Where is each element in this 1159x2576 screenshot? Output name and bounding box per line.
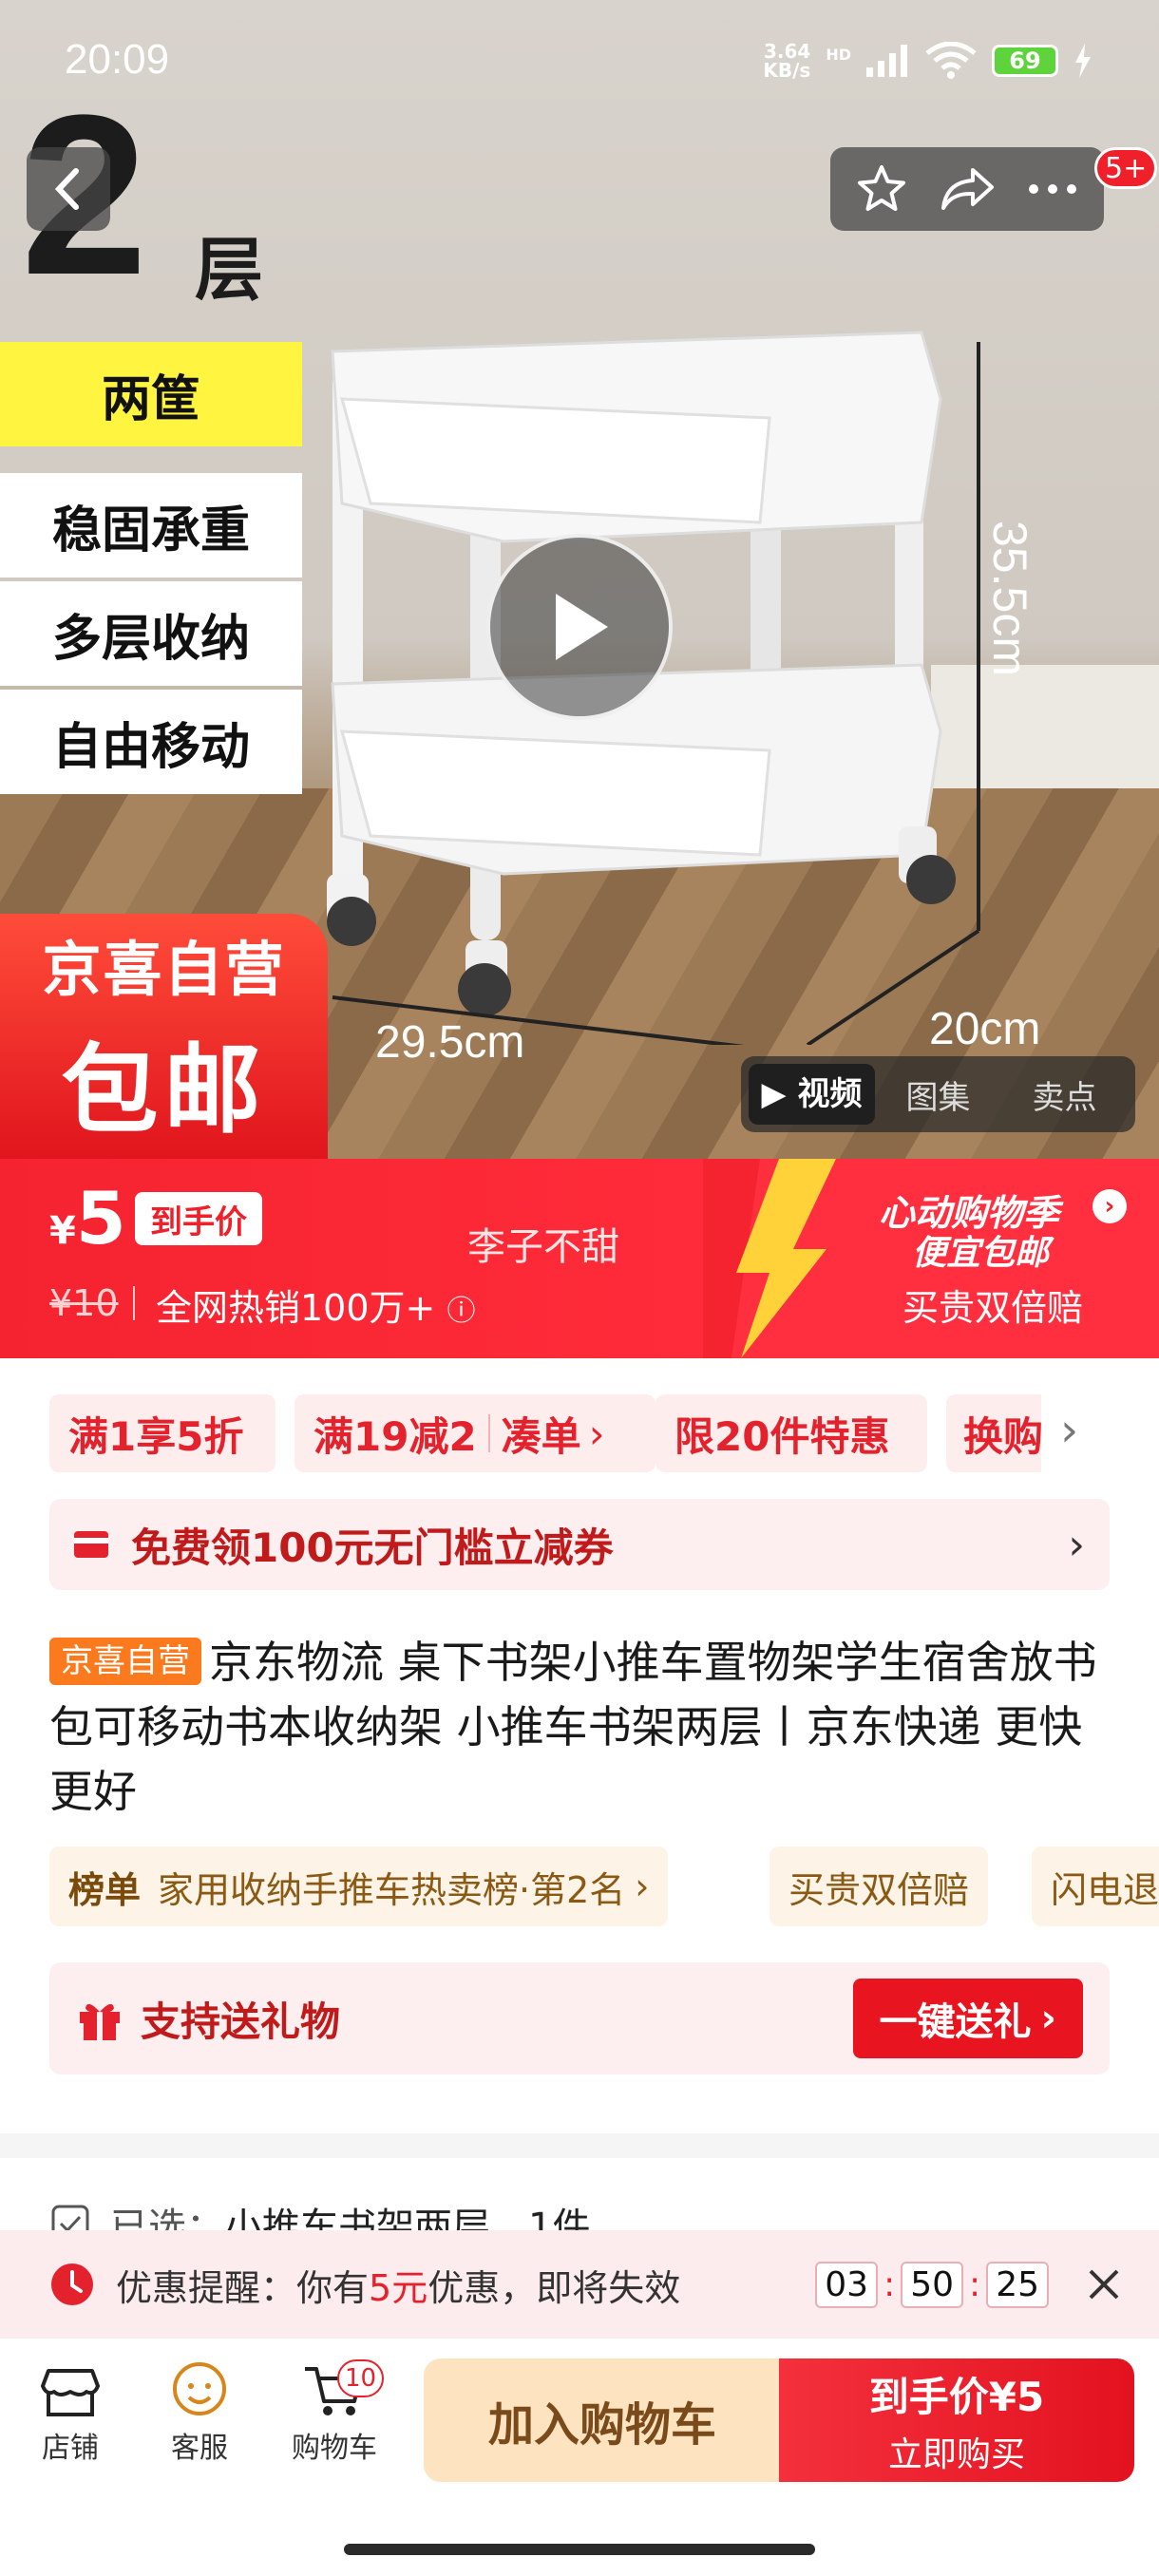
- dimension-depth: 20cm: [929, 1004, 1041, 1054]
- add-to-cart-button[interactable]: 加入购物车: [424, 2358, 781, 2482]
- top-action-group: [830, 147, 1104, 231]
- message-count-badge: 5+: [1094, 147, 1158, 189]
- status-icons: 3.64 KB/s HD 69: [763, 42, 1092, 80]
- chevron-right-icon: ›: [1068, 1520, 1085, 1569]
- signal-icon: [866, 45, 907, 77]
- tab-gallery[interactable]: 图集: [875, 1071, 1001, 1118]
- status-time: 20:09: [65, 36, 170, 83]
- product-title: 京喜自营 京东物流 桌下书架小推车置物架学生宿舍放书包可移动书本收纳架 小推车书架…: [49, 1630, 1123, 1824]
- gift-text: 支持送礼物: [141, 1998, 341, 2045]
- discount-reminder-bar: 优惠提醒：你有5元优惠，即将失效 03:50:25: [0, 2230, 1159, 2339]
- close-icon[interactable]: [1087, 2267, 1121, 2301]
- play-video-button[interactable]: [486, 534, 673, 720]
- back-button[interactable]: [27, 147, 110, 231]
- chevron-left-icon: [54, 168, 79, 210]
- tab-selling-points[interactable]: 卖点: [1001, 1071, 1128, 1118]
- media-tabs: ▶ 视频 图集 卖点: [741, 1056, 1135, 1132]
- coupon-card-icon: [74, 1531, 108, 1558]
- feature-tag-multilayer: 多层收纳: [0, 581, 302, 686]
- feature-tag-stable: 稳固承重: [0, 473, 302, 578]
- price-banner: ¥5 到手价 ¥10 全网热销100万+ ⓘ 李子不甜 心动购物季 › 便宜包邮…: [0, 1159, 1159, 1358]
- status-bar: 20:09 3.64 KB/s HD 69: [0, 0, 1159, 123]
- buy-price-label: 到手价¥5: [868, 2373, 1045, 2420]
- layer-count-suffix: 层: [195, 230, 264, 310]
- ranking-badge[interactable]: 榜单 家用收纳手推车热卖榜·第2名 ›: [49, 1847, 669, 1926]
- promo-free-shipping: 便宜包邮: [912, 1234, 1050, 1273]
- more-icon[interactable]: [1026, 180, 1079, 199]
- logo-line2: 包邮: [61, 1033, 267, 1147]
- price-value: ¥5: [49, 1176, 126, 1260]
- info-icon: ⓘ: [446, 1295, 476, 1328]
- tab-video[interactable]: ▶ 视频: [749, 1064, 875, 1125]
- seller-name: 李子不甜: [467, 1225, 619, 1269]
- price-divider: [133, 1286, 135, 1320]
- dimension-height: 35.5cm: [983, 521, 1036, 676]
- store-icon: [41, 2369, 100, 2416]
- logo-line1: 京喜自营: [42, 934, 286, 1004]
- buy-now-label: 立即购买: [887, 2434, 1025, 2474]
- feature-tag-two-baskets: 两筐: [0, 342, 302, 446]
- store-nav-button[interactable]: 店铺: [23, 2358, 118, 2466]
- chip-limited-offer[interactable]: 限20件特惠: [656, 1394, 927, 1472]
- buy-now-button[interactable]: 到手价¥5 立即购买: [779, 2358, 1134, 2482]
- original-price: ¥10: [49, 1282, 119, 1324]
- gift-row: 支持送礼物 一键送礼 ›: [49, 1962, 1110, 2074]
- coupon-text: 免费领100元无门槛立减券: [131, 1524, 614, 1571]
- reminder-text: 优惠提醒：你有5元优惠，即将失效: [116, 2266, 681, 2309]
- share-icon[interactable]: [939, 164, 996, 214]
- promo-guarantee: 买贵双倍赔: [902, 1287, 1084, 1329]
- guarantee-badge[interactable]: 买贵双倍赔: [770, 1847, 989, 1926]
- final-price-tag: 到手价: [135, 1192, 262, 1245]
- chip-exchange[interactable]: 换购: [946, 1394, 1041, 1472]
- clock-icon: [51, 2263, 93, 2305]
- jingxi-free-shipping-logo: 京喜自营 包邮: [0, 914, 328, 1159]
- gift-icon: [80, 2003, 120, 2040]
- product-title-text: 京东物流 桌下书架小推车置物架学生宿舍放书包可移动书本收纳架 小推车书架两层丨京…: [49, 1637, 1097, 1817]
- battery-icon: 69: [992, 45, 1058, 77]
- chip-full-reduction[interactable]: 满19减2 凑单 ›: [294, 1394, 656, 1472]
- customer-service-nav-button[interactable]: 客服: [152, 2358, 247, 2466]
- hd-indicator: HD: [826, 45, 851, 64]
- chips-more-chevron-icon[interactable]: ›: [1060, 1404, 1078, 1457]
- cart-count-badge: 10: [337, 2359, 385, 2397]
- countdown-timer: 03:50:25: [815, 2261, 1049, 2308]
- lightning-bolt-icon: [703, 1159, 836, 1358]
- sales-count[interactable]: 全网热销100万+ ⓘ: [156, 1279, 475, 1331]
- play-icon: [556, 594, 608, 660]
- net-speed: 3.64 KB/s: [763, 40, 811, 82]
- customer-service-icon: [173, 2362, 226, 2415]
- chip-discount[interactable]: 满1享5折: [49, 1394, 276, 1472]
- wifi-icon: [925, 42, 977, 79]
- home-indicator[interactable]: [344, 2544, 815, 2555]
- coupon-row[interactable]: 免费领100元无门槛立减券 ›: [49, 1499, 1110, 1590]
- section-divider: [0, 2133, 1159, 2158]
- send-gift-button[interactable]: 一键送礼 ›: [852, 1979, 1083, 2058]
- store-tag: 京喜自营: [49, 1638, 201, 1685]
- chevron-right-icon[interactable]: ›: [1092, 1189, 1127, 1223]
- favorite-star-icon[interactable]: [855, 162, 908, 216]
- fast-refund-badge[interactable]: 闪电退: [1032, 1847, 1159, 1926]
- feature-tag-mobile: 自由移动: [0, 690, 302, 794]
- dimension-width: 29.5cm: [375, 1017, 525, 1068]
- charging-icon: [1075, 44, 1091, 78]
